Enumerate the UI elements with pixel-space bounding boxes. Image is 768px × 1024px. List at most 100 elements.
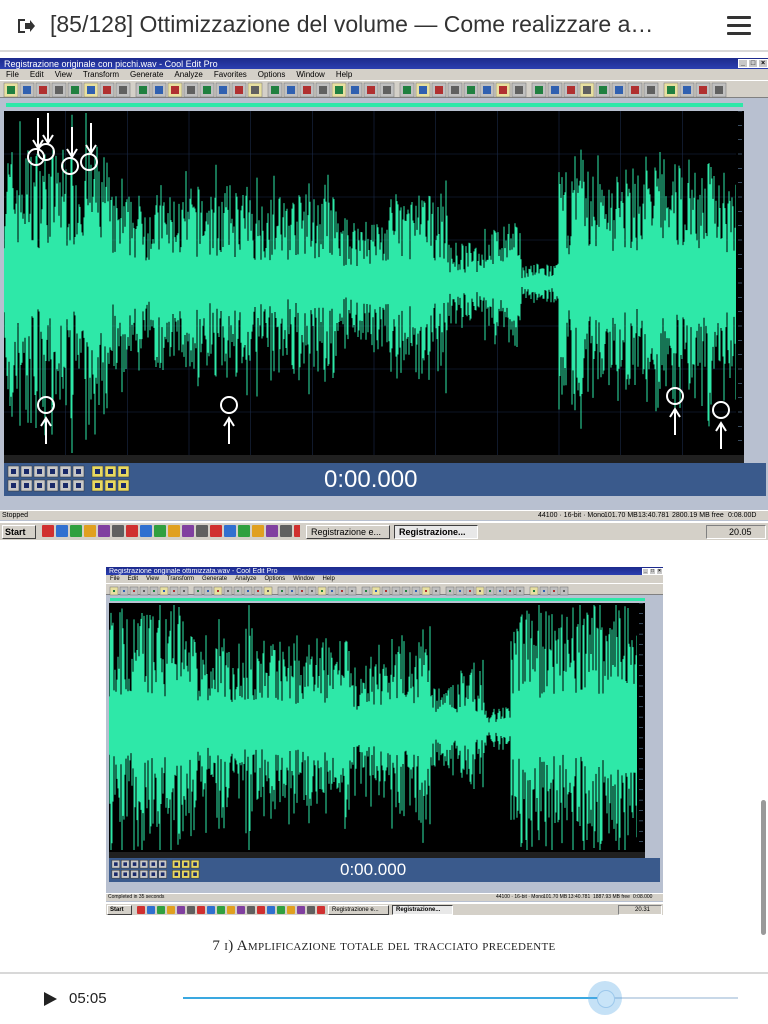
window-title: Registrazione originale ottimizzata.wav … <box>109 567 278 575</box>
time-ruler <box>4 455 744 463</box>
window-titlebar: Registrazione originale ottimizzata.wav … <box>106 567 663 575</box>
menu-item[interactable]: Options <box>258 69 286 80</box>
quick-launch-icon <box>297 906 305 914</box>
quick-launch-icon <box>294 525 300 537</box>
menu-item[interactable]: Edit <box>30 69 44 80</box>
quick-launch-icon <box>112 525 124 537</box>
page-scrollbar[interactable] <box>761 800 766 935</box>
play-icon[interactable] <box>44 992 57 1006</box>
start-label: Start <box>5 527 26 537</box>
quick-launch-icon <box>84 525 96 537</box>
menu-item[interactable]: Favorites <box>214 69 247 80</box>
menu-item[interactable]: Generate <box>202 575 227 583</box>
peak-marker <box>61 127 79 175</box>
hamburger-menu-icon[interactable] <box>727 16 751 36</box>
taskbar-item[interactable]: Registrazione e... <box>328 905 389 915</box>
maximize-button[interactable]: □ <box>649 567 656 575</box>
quick-launch-icon <box>168 525 180 537</box>
overview-bar <box>110 598 645 601</box>
quick-launch-icon <box>257 906 265 914</box>
status-free: 2800.19 MB free <box>672 512 724 519</box>
menu-item[interactable]: File <box>6 69 19 80</box>
menu-item[interactable]: Window <box>293 575 314 583</box>
quick-launch-icon <box>154 525 166 537</box>
close-button[interactable]: × <box>758 59 768 68</box>
status-length: 13:40.781 <box>568 894 591 900</box>
taskbar-item-active[interactable]: Registrazione... <box>394 525 478 539</box>
maximize-button[interactable]: □ <box>748 59 758 68</box>
menu-bar: File Edit View Transform Generate Analyze Favo… <box>0 69 768 80</box>
exit-icon[interactable] <box>16 16 36 36</box>
quick-launch-icon <box>140 525 152 537</box>
quick-launch-icons[interactable] <box>135 904 325 915</box>
toolbar <box>106 583 663 596</box>
menu-item[interactable]: Transform <box>167 575 194 583</box>
quick-launch-icon <box>207 906 215 914</box>
chapter-title: [85/128] Ottimizzazione del volume — Com… <box>50 11 654 37</box>
start-button[interactable]: Start <box>107 905 132 915</box>
taskbar-item[interactable]: Registrazione e... <box>306 525 390 539</box>
quick-launch-icon <box>287 906 295 914</box>
status-size: 101.70 MB <box>604 512 638 519</box>
quick-launch-icon <box>56 525 68 537</box>
menu-item[interactable]: Edit <box>128 575 138 583</box>
system-clock: 20.05 <box>706 525 766 539</box>
cool-edit-window-optimized: Registrazione originale ottimizzata.wav … <box>106 567 663 915</box>
quick-launch-icon <box>217 906 225 914</box>
close-button[interactable]: × <box>656 567 663 575</box>
status-bar: Stopped 44100 · 16-bit · Mono 101.70 MB … <box>0 510 768 520</box>
menu-item[interactable]: Window <box>296 69 324 80</box>
time-display: 0:00.000 <box>324 466 418 493</box>
waveform-svg <box>108 602 645 852</box>
menu-item[interactable]: Transform <box>83 69 119 80</box>
waveform-path <box>3 113 744 453</box>
quick-launch-icon <box>266 525 278 537</box>
menu-item[interactable]: Analyze <box>235 575 256 583</box>
quick-launch-icon <box>277 906 285 914</box>
menu-item[interactable]: View <box>55 69 72 80</box>
status-text: Stopped <box>2 512 29 519</box>
start-button[interactable]: Start <box>2 525 36 539</box>
quick-launch-icons[interactable] <box>40 523 300 540</box>
menu-item[interactable]: Options <box>264 575 285 583</box>
window-titlebar: Registrazione originale con picchi.wav -… <box>0 58 768 69</box>
transport-panel: 0:00.000 <box>4 463 766 496</box>
status-text: Completed in 35 seconds <box>108 894 165 900</box>
windows-taskbar: Start Registrazione e... Registrazione..… <box>0 521 768 540</box>
menu-item[interactable]: Generate <box>130 69 163 80</box>
menu-item[interactable]: File <box>110 575 120 583</box>
quick-launch-icon <box>196 525 208 537</box>
quick-launch-icon <box>98 525 110 537</box>
peak-marker <box>712 401 730 449</box>
quick-launch-icon <box>167 906 175 914</box>
quick-launch-icon <box>70 525 82 537</box>
menu-bar: File Edit View Transform Generate Analyze Opti… <box>106 575 663 583</box>
waveform-svg <box>3 110 744 455</box>
menu-item[interactable]: View <box>146 575 159 583</box>
quick-launch-icon <box>224 525 236 537</box>
reader-top-bar: [85/128] Ottimizzazione del volume — Com… <box>0 0 768 52</box>
system-clock: 20.31 <box>618 905 662 915</box>
menu-item[interactable]: Help <box>322 575 334 583</box>
transport-buttons[interactable] <box>4 463 134 496</box>
quick-launch-icon <box>307 906 315 914</box>
minimize-button[interactable]: _ <box>738 59 748 68</box>
status-format: 44100 · 16-bit · Mono <box>496 894 544 900</box>
peak-marker <box>37 113 55 161</box>
transport-buttons[interactable] <box>109 858 204 882</box>
menu-item[interactable]: Help <box>336 69 352 80</box>
quick-launch-icon <box>182 525 194 537</box>
progress-fill <box>183 997 605 999</box>
quick-launch-icon <box>157 906 165 914</box>
waveform-display[interactable] <box>108 602 645 852</box>
peak-marker <box>220 396 238 444</box>
status-length: 13:40.781 <box>638 512 670 519</box>
toolbar <box>0 80 768 98</box>
taskbar-item-active[interactable]: Registrazione... <box>392 905 453 915</box>
cool-edit-window-original: Registrazione originale con picchi.wav -… <box>0 58 768 540</box>
progress-knob[interactable] <box>587 981 622 1015</box>
minimize-button[interactable]: _ <box>642 567 649 575</box>
status-bar: Completed in 35 seconds 44100 · 16-bit ·… <box>106 893 663 901</box>
waveform-display[interactable] <box>3 110 744 455</box>
menu-item[interactable]: Analyze <box>174 69 202 80</box>
